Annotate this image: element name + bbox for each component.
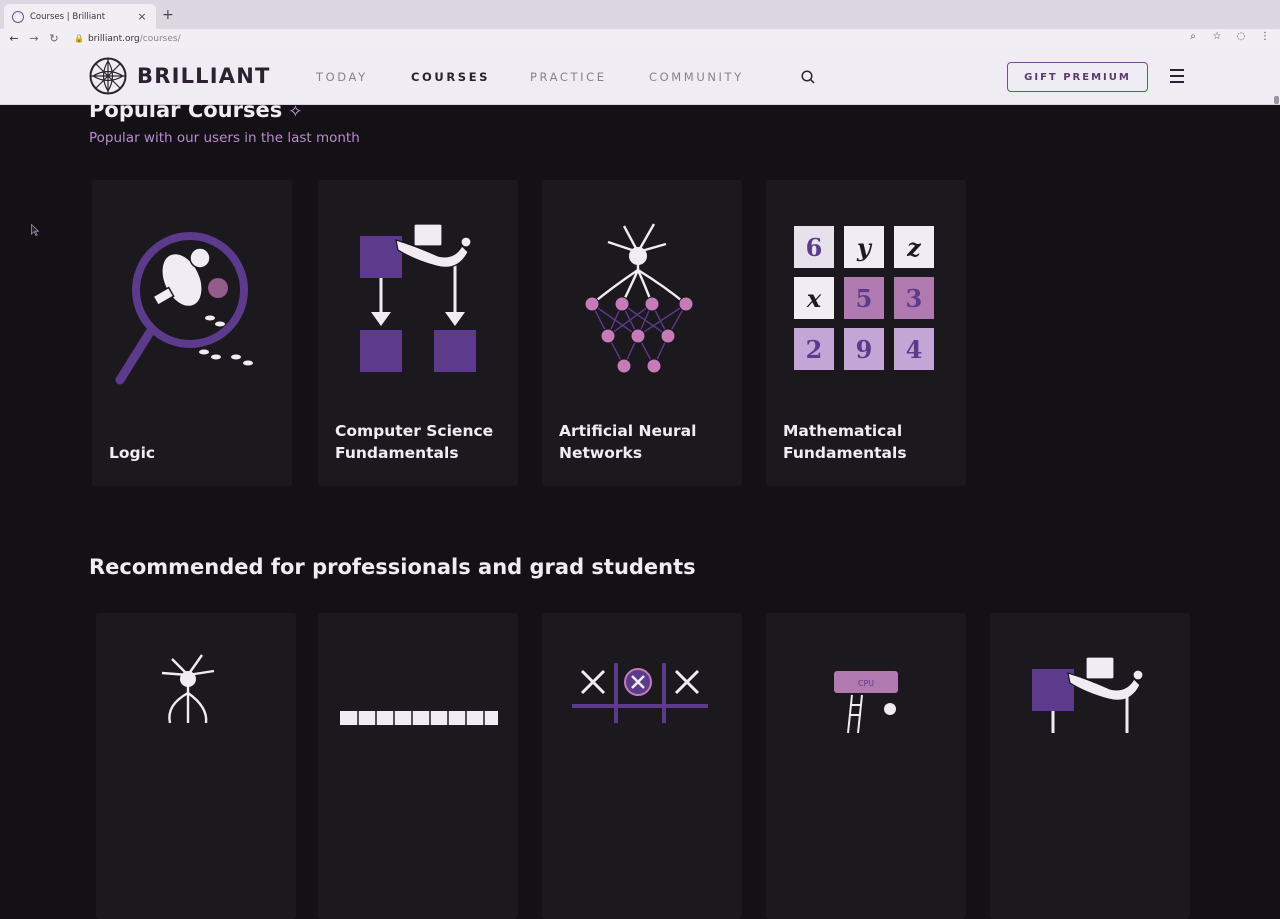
reload-icon[interactable]: ↻ — [44, 32, 64, 45]
tic-tac-toe-icon — [572, 663, 708, 723]
course-title: Mathematical Fundamentals — [783, 422, 907, 462]
extension-icon[interactable]: ◌ — [1234, 31, 1248, 42]
math-tile: 9 — [856, 335, 873, 364]
browser-tab-bar: Courses | Brilliant × + — [0, 0, 1280, 29]
browser-tab[interactable]: Courses | Brilliant × — [4, 4, 156, 29]
forward-arrow-icon[interactable]: → — [24, 32, 44, 45]
site-header: BRILLIANT TODAY COURSES PRACTICE COMMUNI… — [0, 48, 1280, 105]
nav-courses[interactable]: COURSES — [411, 70, 490, 84]
scrollbar-thumb[interactable] — [1274, 96, 1279, 104]
course-card-cs-fundamentals[interactable]: Computer Science Fundamentals — [318, 180, 518, 486]
cpu-label: CPU — [858, 679, 874, 688]
hamburger-menu-icon[interactable] — [1170, 69, 1184, 83]
course-card-logic[interactable]: Logic — [92, 180, 292, 486]
popular-courses-subtitle: Popular with our users in the last month — [89, 130, 360, 146]
math-tile: 3 — [906, 284, 923, 313]
tab-title: Courses | Brilliant — [30, 11, 106, 22]
nav-community[interactable]: COMMUNITY — [649, 70, 744, 84]
lock-icon[interactable]: 🔒 — [74, 34, 84, 43]
number-tiles-icon: 6 y z x 5 3 2 9 4 — [794, 226, 934, 370]
logo-mark-icon — [89, 57, 127, 95]
browser-menu-icon[interactable]: ⋮ — [1258, 31, 1272, 42]
mouse-cursor-icon — [31, 224, 39, 236]
url-host: brilliant.org — [87, 33, 140, 44]
neuron-icon — [161, 654, 215, 724]
math-tile: 4 — [906, 335, 923, 364]
math-tile: 5 — [856, 284, 873, 313]
new-tab-button[interactable]: + — [162, 7, 174, 23]
math-tile: y — [856, 233, 873, 262]
course-card-neural-networks[interactable]: Artificial Neural Networks — [542, 180, 742, 486]
course-title: Artificial Neural Networks — [559, 422, 697, 462]
math-tile: 6 — [806, 233, 823, 262]
math-tile: x — [806, 284, 822, 313]
rec-card-cpu[interactable]: CPU — [766, 613, 966, 919]
flowchart-robot-icon — [1032, 656, 1144, 733]
course-card-math-fundamentals[interactable]: 6 y z x 5 3 2 9 4 Mathematical Fundament… — [766, 180, 966, 486]
brilliant-logo[interactable]: BRILLIANT — [89, 57, 271, 95]
sparkle-icon: ✧ — [288, 102, 303, 122]
tab-close-icon[interactable]: × — [136, 10, 148, 23]
address-bar: ← → ↻ 🔒 brilliant.org/courses/ ⌕ ☆ ◌ ⋮ — [0, 29, 1280, 48]
math-tile: z — [906, 233, 922, 262]
nav-today[interactable]: TODAY — [316, 70, 368, 84]
cpu-ladder-icon: CPU — [834, 671, 898, 734]
rec-card-keyboard[interactable] — [318, 613, 518, 919]
gift-premium-button[interactable]: GIFT PREMIUM — [1007, 62, 1148, 92]
favicon-icon — [12, 10, 24, 23]
rec-card-tictactoe[interactable] — [542, 613, 742, 919]
keyboard-icon — [340, 711, 498, 725]
bookmark-star-icon[interactable]: ☆ — [1210, 31, 1224, 42]
course-title: Logic — [109, 444, 156, 462]
recommended-title: Recommended for professionals and grad s… — [89, 555, 696, 579]
course-title: Computer Science Fundamentals — [335, 422, 494, 462]
popular-title-text: Popular Courses — [89, 98, 283, 122]
math-tile: 2 — [806, 335, 823, 364]
popular-courses-title: Popular Courses ✧ — [89, 98, 302, 122]
url-field[interactable]: brilliant.org/courses/ — [88, 34, 181, 44]
rec-card-cs-robot[interactable] — [990, 613, 1190, 919]
rec-card-neuron[interactable] — [96, 613, 296, 919]
logo-text: BRILLIANT — [137, 64, 271, 88]
magnifier-detective-icon — [115, 232, 253, 385]
search-icon[interactable] — [800, 69, 816, 85]
neural-network-icon — [584, 223, 694, 374]
zoom-icon[interactable]: ⌕ — [1186, 31, 1200, 42]
nav-practice[interactable]: PRACTICE — [530, 70, 607, 84]
url-path: /courses/ — [139, 33, 181, 44]
flowchart-robot-icon — [360, 223, 476, 372]
back-arrow-icon[interactable]: ← — [4, 32, 24, 45]
